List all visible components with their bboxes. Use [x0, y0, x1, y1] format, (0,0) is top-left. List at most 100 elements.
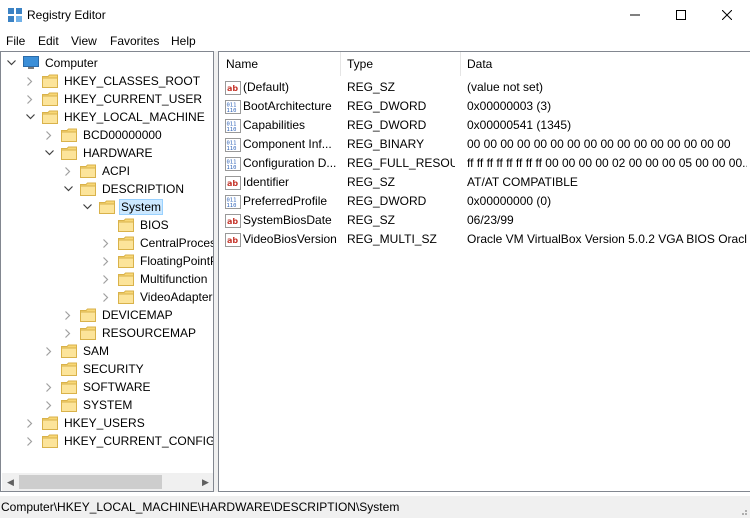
- tree-node[interactable]: BCD00000000: [43, 126, 164, 144]
- chevron-right-icon[interactable]: [43, 345, 55, 357]
- value-row[interactable]: 011 110 BootArchitecture REG_DWORD 0x0000000…: [219, 97, 750, 116]
- column-header-data[interactable]: Data: [460, 52, 750, 76]
- menu-view[interactable]: View: [71, 34, 97, 48]
- folder-icon: [61, 398, 77, 412]
- chevron-down-icon[interactable]: [62, 183, 74, 195]
- folder-icon: [61, 380, 77, 394]
- resize-grip-icon[interactable]: [738, 506, 748, 516]
- maximize-button[interactable]: [658, 0, 704, 30]
- value-data-cell: (value not set): [467, 80, 544, 94]
- status-bar: Computer\HKEY_LOCAL_MACHINE\HARDWARE\DES…: [0, 496, 750, 518]
- chevron-down-icon[interactable]: [5, 57, 17, 69]
- tree-node-label: HKEY_USERS: [64, 416, 145, 430]
- folder-icon: [42, 92, 58, 106]
- scroll-right-icon[interactable]: ▶: [197, 473, 213, 491]
- tree-node[interactable]: HARDWARE: [43, 144, 155, 162]
- string-value-icon: ab: [225, 213, 241, 229]
- value-name-cell: Configuration D...: [243, 156, 337, 170]
- close-button[interactable]: [704, 0, 750, 30]
- tree-node[interactable]: HKEY_LOCAL_MACHINE: [24, 108, 207, 126]
- svg-text:ab: ab: [227, 179, 238, 188]
- tree-node[interactable]: DEVICEMAP: [62, 306, 175, 324]
- value-data-cell: AT/AT COMPATIBLE: [467, 175, 578, 189]
- chevron-right-icon[interactable]: [43, 381, 55, 393]
- chevron-right-icon[interactable]: [24, 435, 36, 447]
- regedit-icon: [8, 8, 22, 22]
- chevron-right-icon[interactable]: [62, 327, 74, 339]
- tree-node[interactable]: HKEY_CURRENT_USER: [24, 90, 204, 108]
- svg-text:ab: ab: [227, 217, 238, 226]
- chevron-right-icon[interactable]: [24, 93, 36, 105]
- column-header-name[interactable]: Name: [219, 52, 340, 76]
- value-name-cell: Capabilities: [243, 118, 306, 132]
- value-row[interactable]: ab VideoBiosVersion REG_MULTI_SZ Oracle VM …: [219, 230, 750, 249]
- tree-node[interactable]: Computer: [5, 54, 100, 72]
- minimize-button[interactable]: [612, 0, 658, 30]
- tree-node[interactable]: FloatingPointP: [100, 252, 213, 270]
- chevron-right-icon[interactable]: [43, 399, 55, 411]
- menu-favorites[interactable]: Favorites: [110, 34, 159, 48]
- tree-node-label: BCD00000000: [83, 128, 162, 142]
- value-name-cell: BootArchitecture: [243, 99, 332, 113]
- menu-edit[interactable]: Edit: [38, 34, 59, 48]
- tree-node[interactable]: CentralProces: [100, 234, 214, 252]
- tree-node[interactable]: SAM: [43, 342, 111, 360]
- column-header-type[interactable]: Type: [340, 52, 460, 76]
- value-type-cell: REG_DWORD: [347, 99, 427, 113]
- binary-value-icon: 011 110: [225, 137, 241, 153]
- svg-text:ab: ab: [227, 84, 238, 93]
- menu-help[interactable]: Help: [171, 34, 196, 48]
- chevron-right-icon[interactable]: [62, 165, 74, 177]
- chevron-right-icon[interactable]: [100, 237, 112, 249]
- tree-node[interactable]: System: [81, 198, 164, 216]
- tree-node[interactable]: SOFTWARE: [43, 378, 153, 396]
- computer-icon: [23, 56, 39, 70]
- key-tree-pane[interactable]: Computer HKEY_CLASSES_ROOT HKEY_CURRENT_US…: [0, 51, 214, 492]
- folder-icon: [42, 434, 58, 448]
- value-row[interactable]: 011 110 PreferredProfile REG_DWORD 0x0000000…: [219, 192, 750, 211]
- tree-node[interactable]: HKEY_CURRENT_CONFIG: [24, 432, 214, 450]
- tree-horizontal-scrollbar[interactable]: ◀ ▶: [2, 473, 213, 491]
- value-row[interactable]: ab Identifier REG_SZ AT/AT COMPATIBLE: [219, 173, 750, 192]
- chevron-down-icon[interactable]: [43, 147, 55, 159]
- value-row[interactable]: ab SystemBiosDate REG_SZ 06/23/99: [219, 211, 750, 230]
- chevron-down-icon[interactable]: [24, 111, 36, 123]
- tree-node[interactable]: Multifunction: [100, 270, 209, 288]
- tree-node[interactable]: SYSTEM: [43, 396, 134, 414]
- tree-node-label: Multifunction: [140, 272, 208, 286]
- tree-node[interactable]: DESCRIPTION: [62, 180, 186, 198]
- chevron-right-icon[interactable]: [43, 129, 55, 141]
- chevron-right-icon[interactable]: [62, 309, 74, 321]
- menu-file[interactable]: File: [6, 34, 25, 48]
- values-list-pane[interactable]: Name Type Data ab (Default) REG_SZ (value n…: [218, 51, 750, 492]
- tree-node[interactable]: HKEY_USERS: [24, 414, 147, 432]
- chevron-right-icon[interactable]: [24, 417, 36, 429]
- chevron-right-icon[interactable]: [100, 255, 112, 267]
- tree-node[interactable]: HKEY_CLASSES_ROOT: [24, 72, 202, 90]
- tree-node[interactable]: SECURITY: [43, 360, 146, 378]
- value-type-cell: REG_SZ: [347, 80, 396, 94]
- tree-node[interactable]: BIOS: [100, 216, 171, 234]
- tree-node[interactable]: VideoAdapterB: [100, 288, 213, 306]
- folder-icon: [118, 236, 134, 250]
- value-data-cell: ff ff ff ff ff ff ff ff 00 00 00 00 02 0…: [467, 156, 747, 170]
- tree-node[interactable]: RESOURCEMAP: [62, 324, 198, 342]
- chevron-right-icon[interactable]: [24, 75, 36, 87]
- scroll-left-icon[interactable]: ◀: [2, 473, 19, 491]
- value-type-cell: REG_DWORD: [347, 194, 427, 208]
- tree-node-label: CentralProces: [140, 236, 214, 250]
- scrollbar-thumb[interactable]: [19, 475, 162, 489]
- value-row[interactable]: 011 110 Capabilities REG_DWORD 0x00000541 (1…: [219, 116, 750, 135]
- tree-node[interactable]: ACPI: [62, 162, 132, 180]
- value-type-cell: REG_SZ: [347, 175, 396, 189]
- chevron-right-icon[interactable]: [100, 273, 112, 285]
- value-row[interactable]: ab (Default) REG_SZ (value not set): [219, 78, 750, 97]
- value-row[interactable]: 011110Configuration D... REG_FULL_RESOU..…: [219, 154, 750, 173]
- chevron-down-icon[interactable]: [81, 201, 93, 213]
- folder-icon: [42, 74, 58, 88]
- value-row[interactable]: 011 110 Component Inf... REG_BINARY 00 00 00…: [219, 135, 750, 154]
- chevron-right-icon[interactable]: [100, 291, 112, 303]
- tree-node-label: HKEY_CURRENT_CONFIG: [64, 434, 214, 448]
- binary-value-icon: 011 110: [225, 156, 241, 172]
